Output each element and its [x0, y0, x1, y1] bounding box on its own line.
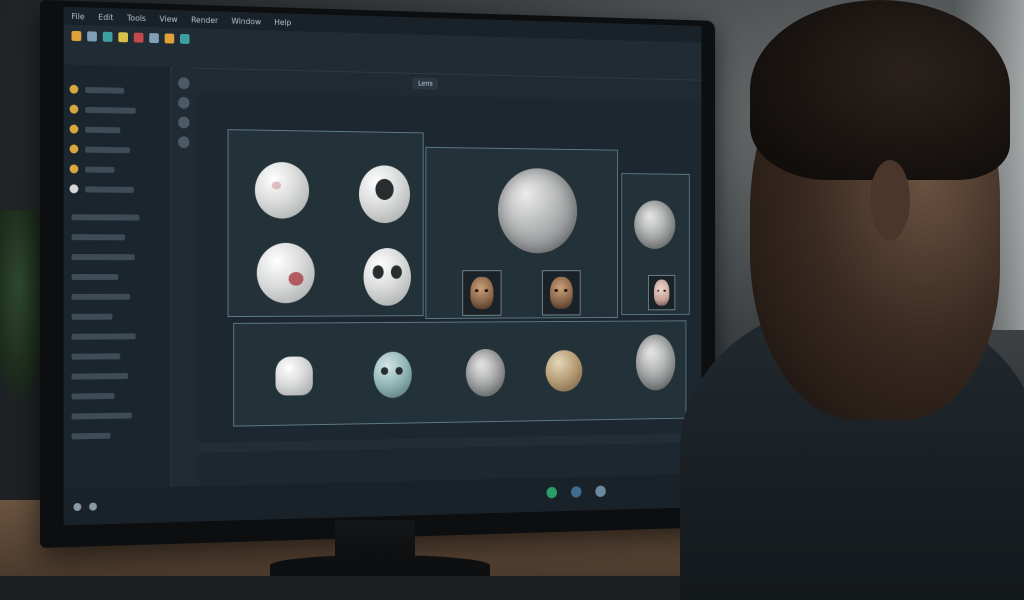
tool-button[interactable]	[178, 96, 190, 109]
face-thumbnail[interactable]	[647, 274, 676, 311]
face-eye	[484, 288, 488, 292]
sphere-rock-small[interactable]	[634, 200, 676, 249]
face-eye	[657, 289, 660, 292]
status-icon[interactable]	[89, 502, 97, 511]
person	[680, 0, 1024, 600]
sidebar-item[interactable]	[71, 274, 119, 280]
tool-strip	[174, 67, 194, 523]
sidebar	[63, 64, 172, 526]
sphere-rock[interactable]	[497, 167, 578, 254]
face-thumbnail[interactable]	[462, 270, 502, 316]
grid-icon[interactable]	[179, 33, 190, 44]
sidebar-item[interactable]	[85, 186, 134, 193]
face	[470, 276, 494, 310]
sidebar-item[interactable]	[85, 86, 125, 94]
sidebar-dot-icon[interactable]	[69, 144, 79, 154]
sidebar-item[interactable]	[71, 214, 140, 221]
person-hair	[750, 0, 1010, 180]
menu-file[interactable]: File	[71, 11, 84, 20]
sphere-red-marked[interactable]	[256, 242, 315, 304]
face	[550, 276, 573, 310]
skull-eye	[395, 367, 403, 375]
skull-teal[interactable]	[373, 351, 412, 399]
screen: File Edit Tools View Render Window Help …	[63, 6, 702, 526]
panel-materials[interactable]	[227, 129, 424, 318]
rock-tan[interactable]	[545, 350, 583, 392]
sidebar-item[interactable]	[85, 146, 130, 154]
menu-window[interactable]: Window	[231, 16, 261, 26]
skull-hole	[375, 178, 394, 201]
face	[653, 279, 670, 306]
tool-button[interactable]	[178, 136, 190, 149]
sidebar-item[interactable]	[85, 106, 136, 114]
skull-shard[interactable]	[275, 356, 313, 396]
brush-icon[interactable]	[164, 33, 175, 44]
sphere-white[interactable]	[254, 161, 310, 219]
render-icon[interactable]	[87, 31, 97, 42]
menu-edit[interactable]: Edit	[98, 12, 113, 21]
layers-icon[interactable]	[149, 33, 159, 44]
face-eye	[663, 289, 666, 292]
skull-eye	[380, 367, 389, 375]
skull-eye	[372, 265, 384, 279]
tool-button[interactable]	[178, 77, 190, 90]
sidebar-dot-icon[interactable]	[69, 124, 79, 134]
panel-sculpt[interactable]	[425, 146, 618, 319]
menu-help[interactable]: Help	[274, 17, 291, 26]
sphere-mark	[271, 181, 282, 190]
settings-icon[interactable]	[102, 31, 113, 42]
face-thumbnail[interactable]	[542, 270, 581, 316]
sidebar-dot-icon[interactable]	[69, 164, 79, 174]
face-eye	[475, 289, 479, 292]
rock-grey[interactable]	[465, 348, 506, 397]
skull-white[interactable]	[358, 165, 411, 224]
sidebar-item[interactable]	[71, 234, 126, 241]
camera-icon[interactable]	[133, 32, 144, 43]
tool-button[interactable]	[178, 116, 190, 129]
sidebar-item[interactable]	[71, 293, 130, 300]
sidebar-item[interactable]	[71, 353, 121, 360]
menu-view[interactable]: View	[159, 14, 177, 23]
sidebar-dot-icon[interactable]	[69, 84, 79, 94]
rock-tall[interactable]	[635, 334, 676, 391]
status-icon[interactable]	[595, 485, 606, 498]
folder-icon[interactable]	[71, 30, 82, 42]
sidebar-item[interactable]	[71, 432, 111, 440]
status-icon[interactable]	[571, 486, 582, 498]
panel-assets[interactable]	[233, 320, 687, 427]
monitor: File Edit Tools View Render Window Help …	[40, 0, 716, 548]
menu-render[interactable]: Render	[191, 15, 218, 25]
menu-tools[interactable]: Tools	[127, 13, 146, 22]
sidebar-dot-icon[interactable]	[69, 184, 79, 194]
tab-lens[interactable]: Lens	[412, 77, 439, 90]
status-icon[interactable]	[546, 486, 558, 499]
sidebar-item[interactable]	[71, 313, 113, 320]
skull-face[interactable]	[363, 247, 411, 306]
sidebar-item[interactable]	[71, 392, 115, 400]
sidebar-dot-icon[interactable]	[69, 104, 79, 114]
play-icon[interactable]	[118, 32, 129, 43]
face-eye	[554, 288, 558, 292]
face-eye	[564, 288, 568, 292]
sidebar-item[interactable]	[71, 254, 135, 261]
sidebar-item[interactable]	[71, 333, 136, 340]
sphere-mark	[288, 272, 304, 286]
sidebar-item[interactable]	[71, 412, 132, 420]
skull-eye	[390, 265, 402, 279]
sidebar-item[interactable]	[71, 373, 129, 380]
person-ear	[870, 160, 910, 240]
status-icon[interactable]	[73, 502, 82, 512]
sidebar-item[interactable]	[85, 126, 121, 134]
monitor-base	[270, 555, 490, 576]
sidebar-item[interactable]	[85, 166, 115, 173]
panel-preview[interactable]	[621, 173, 690, 316]
